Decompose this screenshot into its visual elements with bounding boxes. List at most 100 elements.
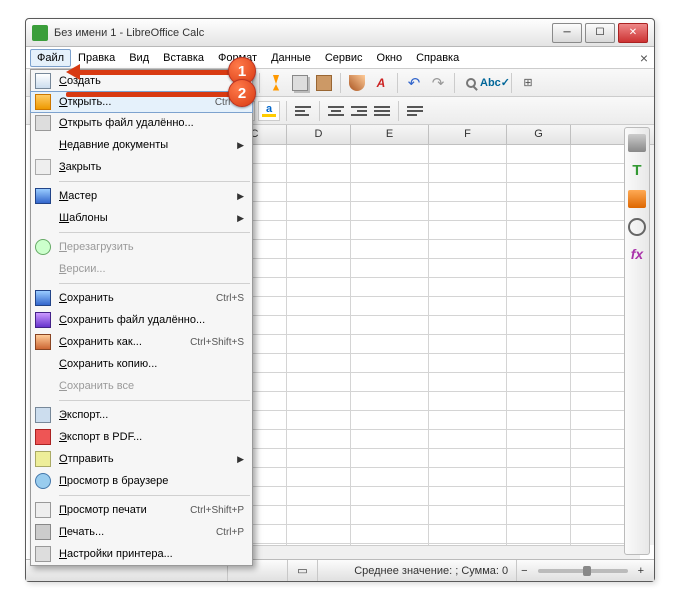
close-icon [35,159,51,175]
table-row[interactable] [223,297,640,316]
menu-help[interactable]: Справка [409,49,466,67]
shortcut-label: Ctrl+Shift+S [190,337,252,348]
menu-item-экспорт-[interactable]: Экспорт... [31,404,252,426]
menu-item-label: Перезагрузить [55,241,252,253]
copy-button[interactable] [289,72,311,94]
menu-item-печать-[interactable]: Печать...Ctrl+P [31,521,252,543]
magnifier-icon [466,78,476,88]
grid-button[interactable]: ⊞ [517,72,539,94]
paste-button[interactable] [313,72,335,94]
clear-formatting-button[interactable]: A [370,72,392,94]
menu-item-label: Просмотр печати [55,504,190,516]
table-row[interactable] [223,506,640,525]
minimize-button[interactable]: ─ [552,23,582,43]
close-document-button[interactable]: × [640,50,648,66]
undo-icon: ↶ [408,74,421,92]
properties-icon[interactable] [628,134,646,152]
grid[interactable] [223,145,640,559]
align-center-button[interactable] [326,102,346,120]
spellcheck-icon: Abc✓ [480,76,510,89]
menu-item-закрыть[interactable]: Закрыть [31,156,252,178]
table-row[interactable] [223,164,640,183]
table-row[interactable] [223,278,640,297]
table-row[interactable] [223,525,640,544]
grid-icon: ⊞ [523,76,532,89]
side-panel: T fx [624,127,650,555]
horizontal-scrollbar[interactable] [223,545,640,559]
table-row[interactable] [223,392,640,411]
table-row[interactable] [223,316,640,335]
navigator-icon[interactable] [628,218,646,236]
remote-icon [35,115,51,131]
reload-icon [35,239,51,255]
undo-button[interactable]: ↶ [403,72,425,94]
redo-button[interactable]: ↷ [427,72,449,94]
wrap-text-button[interactable] [405,102,425,120]
column-header[interactable]: G [507,125,571,144]
column-header[interactable]: D [287,125,351,144]
menu-file[interactable]: Файл [30,49,71,67]
table-row[interactable] [223,354,640,373]
table-row[interactable] [223,487,640,506]
window-title: Без имени 1 - LibreOffice Calc [54,27,549,39]
text-icon[interactable]: T [628,162,646,180]
menu-item-просмотр-в-браузере[interactable]: Просмотр в браузере [31,470,252,492]
pdf-icon [35,429,51,445]
menu-item-мастер[interactable]: Мастер▶ [31,185,252,207]
menu-item-сохранить[interactable]: СохранитьCtrl+S [31,287,252,309]
table-row[interactable] [223,373,640,392]
cut-button[interactable] [265,72,287,94]
table-row[interactable] [223,202,640,221]
table-row[interactable] [223,335,640,354]
functions-icon[interactable]: fx [628,246,646,264]
table-row[interactable] [223,221,640,240]
menu-item-label: Создать [55,75,237,87]
column-header[interactable]: E [351,125,429,144]
table-row[interactable] [223,411,640,430]
menu-item-экспорт-в-pdf-[interactable]: Экспорт в PDF... [31,426,252,448]
menu-item-открыть-файл-удал-нно-[interactable]: Открыть файл удалённо... [31,112,252,134]
table-row[interactable] [223,430,640,449]
menu-item-сохранить-файл-удал-нно-[interactable]: Сохранить файл удалённо... [31,309,252,331]
menu-item-сохранить-как-[interactable]: Сохранить как...Ctrl+Shift+S [31,331,252,353]
menu-item-просмотр-печати[interactable]: Просмотр печатиCtrl+Shift+P [31,499,252,521]
abc-icon: A [377,76,386,90]
zoom-slider[interactable] [538,569,628,573]
menu-insert[interactable]: Вставка [156,49,211,67]
menu-item-настройки-принтера-[interactable]: Настройки принтера... [31,543,252,565]
column-header[interactable]: F [429,125,507,144]
menu-data[interactable]: Данные [264,49,318,67]
menu-tools[interactable]: Сервис [318,49,370,67]
menu-window[interactable]: Окно [370,49,410,67]
maximize-button[interactable]: ☐ [585,23,615,43]
align-justify-button[interactable] [372,102,392,120]
menu-item-label: Мастер [55,190,237,202]
align-left-button[interactable] [293,102,313,120]
print-icon [35,524,51,540]
table-row[interactable] [223,259,640,278]
shortcut-label: Ctrl+S [216,293,252,304]
table-row[interactable] [223,240,640,259]
table-row[interactable] [223,449,640,468]
close-button[interactable]: ✕ [618,23,648,43]
table-row[interactable] [223,183,640,202]
menubar: Файл Правка Вид Вставка Формат Данные Се… [26,47,654,69]
submenu-arrow-icon: ▶ [237,454,252,465]
table-row[interactable] [223,468,640,487]
menu-view[interactable]: Вид [122,49,156,67]
menu-item-сохранить-копию-[interactable]: Сохранить копию... [31,353,252,375]
spellcheck-button[interactable]: Abc✓ [484,72,506,94]
table-row[interactable] [223,145,640,164]
highlight-color-button[interactable]: a [258,101,280,121]
menu-item-шаблоны[interactable]: Шаблоны▶ [31,207,252,229]
insert-mode[interactable]: ▭ [288,560,318,581]
clone-formatting-button[interactable] [346,72,368,94]
scissors-icon [268,75,284,91]
browser-icon [35,473,51,489]
align-right-button[interactable] [349,102,369,120]
find-button[interactable] [460,72,482,94]
menu-item-label: Сохранить [55,292,216,304]
menu-item-отправить[interactable]: Отправить▶ [31,448,252,470]
gallery-icon[interactable] [628,190,646,208]
menu-item-недавние-документы[interactable]: Недавние документы▶ [31,134,252,156]
